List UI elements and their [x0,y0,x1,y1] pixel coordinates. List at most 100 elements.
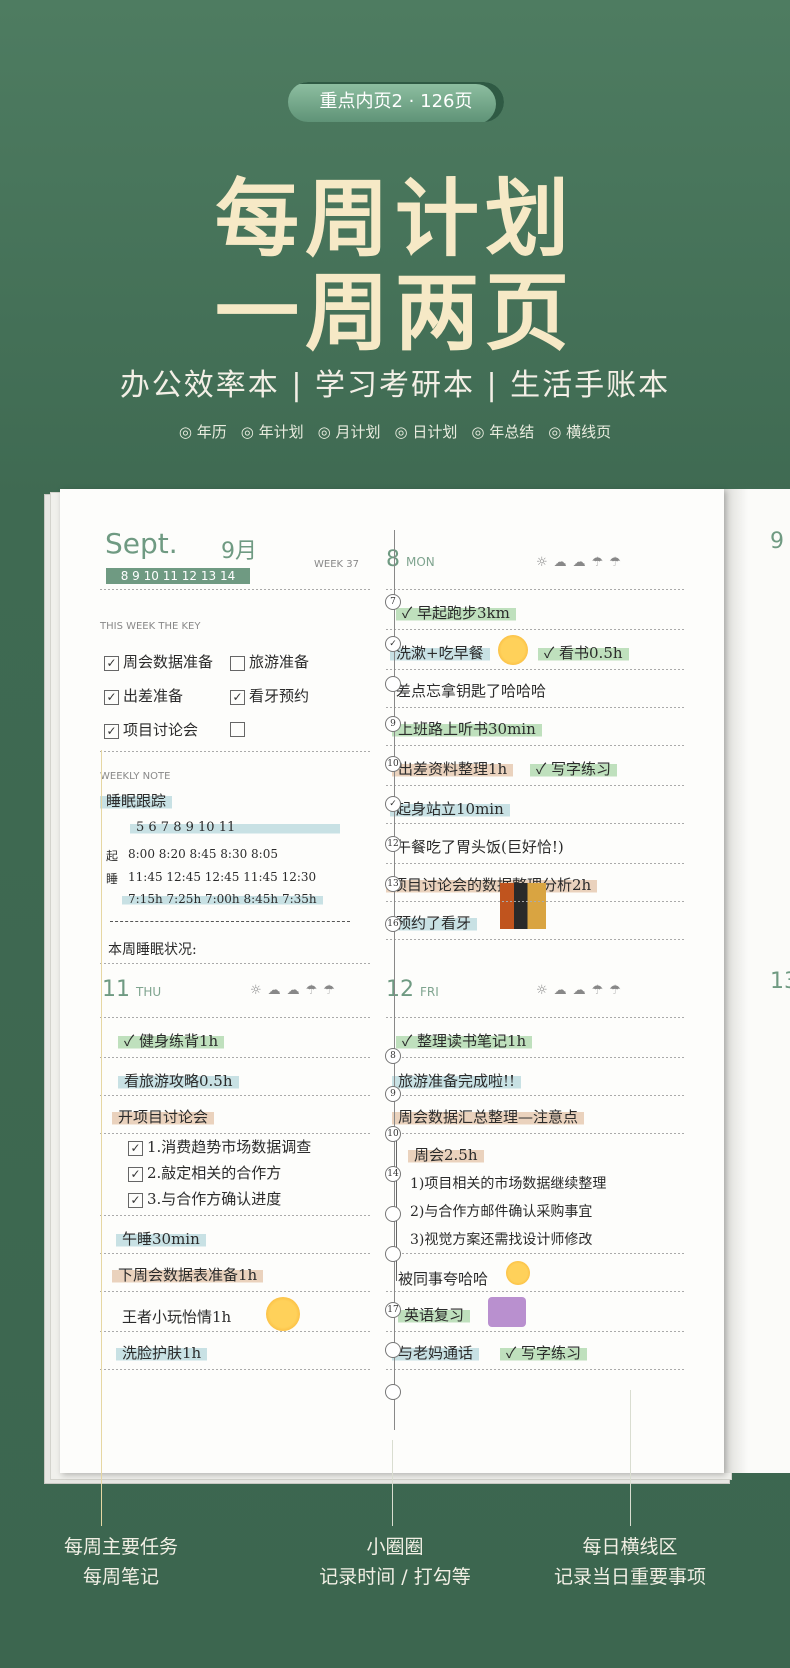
time-circle[interactable]: 16 [385,916,401,932]
task-thu: 开项目讨论会 [112,1105,215,1128]
task-mon: ✓ 看书0.5h [538,641,629,664]
task-fri: 2)与合作方邮件确认采购事宜 [410,1204,593,1220]
divider [110,921,350,922]
task-mon: 出差资料整理1h [392,757,514,780]
time-circle[interactable] [385,1342,401,1358]
sleep-times: 11:45 12:45 12:45 11:45 12:30 [128,870,317,884]
month-en: Sept. [105,527,178,560]
wake-times: 8:00 8:20 8:45 8:30 8:05 [128,847,278,861]
time-circle[interactable]: 13 [385,876,401,892]
time-circle[interactable]: ✓ [385,636,401,652]
tag: ◎ 日计划 [394,423,458,441]
time-circle[interactable]: 8 [385,1048,401,1064]
task-thu: 下周会数据表准备1h [112,1263,264,1286]
note-heading: 睡眠跟踪 [100,789,173,812]
task-mon: 午餐吃了胃头饭(巨好恰!) [396,838,564,856]
weather-icons: ☼☁☁☂☂ [250,983,341,998]
time-circle[interactable]: 17 [385,1302,401,1318]
tag: ◎ 年总结 [471,423,535,441]
books-sticker [500,883,546,929]
task-thu: ✓ 1.消费趋势市场数据调查 [122,1135,317,1158]
sleep-status: 本周睡眠状况: [108,942,197,958]
egg-sticker [498,635,528,665]
next-day-number: 9 [770,529,784,554]
task-mon: 项目讨论会的数据整理分析2h [386,873,598,896]
key-item[interactable]: ✓ 出差准备 [104,685,183,706]
task-mon: 上班路上听书30min [392,717,542,740]
time-circle[interactable] [385,1206,401,1222]
sleep-label: 睡 [106,872,119,886]
tag: ◎ 年历 [178,423,227,441]
time-circle[interactable]: 9 [385,1086,401,1102]
time-circle[interactable]: 12 [385,836,401,852]
radio-sticker [488,1297,526,1327]
center-line [394,530,395,1430]
sun-sticker [506,1261,530,1285]
task-fri: 周会数据汇总整理—注意点 [392,1105,585,1128]
task-fri: 与老妈通话 [392,1341,480,1364]
callout-line [392,1440,393,1526]
caption-weekly: 每周主要任务 每周笔记 [63,1536,178,1588]
caption-circles: 小圈圈 记录时间 / 打勾等 [319,1536,471,1588]
headline-2: 一周两页 [214,264,575,362]
tag: ◎ 年计划 [240,423,304,441]
note-title: WEEKLY NOTE [100,771,171,782]
page-count-badge: 重点内页2 · 126页 [288,82,504,122]
week-dates: 8 9 10 11 12 13 14 [106,568,250,584]
month-cn: 9月 [221,539,257,564]
task-thu: 看旅游攻略0.5h [118,1069,239,1092]
sun-sticker [266,1297,300,1331]
time-circle[interactable]: 7 [385,594,401,610]
task-mon: 起身站立10min [390,797,510,820]
sleep-hours: 7:15h 7:25h 7:00h 8:45h 7:35h [122,891,323,907]
key-item[interactable] [230,719,249,737]
week-number: WEEK 37 [314,559,359,570]
task-mon: 差点忘拿钥匙了哈哈哈 [396,682,547,700]
task-fri: 周会2.5h [408,1143,484,1166]
wake-label: 起 [106,849,119,863]
task-thu: ✓ 健身练背1h [118,1029,225,1052]
task-mon: ✓ 早起跑步3km [396,601,516,624]
feature-tags: ◎ 年历 ◎ 年计划 ◎ 月计划 ◎ 日计划 ◎ 年总结 ◎ 横线页 [0,421,790,442]
key-title: THIS WEEK THE KEY [100,621,201,632]
task-fri: 被同事夸哈哈 [398,1270,489,1288]
task-fri: ✓ 整理读书笔记1h [396,1029,533,1052]
key-item[interactable]: ✓ 看牙预约 [230,685,309,706]
tag: ◎ 横线页 [548,423,612,441]
tag: ◎ 月计划 [317,423,381,441]
task-mon: 洗漱+吃早餐 [390,641,490,664]
task-thu: ✓ 2.敲定相关的合作方 [122,1161,287,1184]
task-mon: 预约了看牙 [390,911,478,934]
task-fri: 英语复习 [398,1303,471,1326]
time-circle[interactable]: 14 [385,1166,401,1182]
task-thu: 王者小玩怡情1h [122,1308,232,1326]
subtitle: 办公效率本 | 学习考研本 | 生活手账本 [119,368,671,403]
task-fri: 旅游准备完成啦!! [392,1069,522,1092]
time-circle[interactable]: 10 [385,756,401,772]
task-thu: 午睡30min [116,1227,206,1250]
day-thu: 11 THU [102,977,162,1002]
weather-icons: ☼☁☁☂☂ [536,983,627,998]
time-circle[interactable] [385,676,401,692]
task-thu: 洗脸护肤1h [116,1341,208,1364]
time-circle[interactable] [385,1246,401,1262]
time-circle[interactable]: ✓ [385,796,401,812]
weather-icons: ☼☁☁☂☂ [536,555,627,570]
key-item[interactable]: 旅游准备 [230,651,309,672]
time-circle[interactable]: 10 [385,1126,401,1142]
task-mon: ✓ 写字练习 [530,757,618,780]
time-circle[interactable]: 9 [385,716,401,732]
caption-daily: 每日横线区 记录当日重要事项 [553,1536,706,1588]
key-item[interactable]: ✓ 项目讨论会 [104,719,198,740]
task-fri: 1)项目相关的市场数据继续整理 [410,1176,607,1192]
next-page-edge: 9 13 [724,489,790,1473]
task-fri: ✓ 写字练习 [500,1341,588,1364]
key-item[interactable]: ✓ 周会数据准备 [104,651,213,672]
callout-line [630,1390,631,1526]
task-thu: ✓ 3.与合作方确认进度 [122,1187,287,1210]
callout-line [101,750,102,1526]
time-circle[interactable] [385,1384,401,1400]
task-fri: 3)视觉方案还需找设计师修改 [410,1232,593,1248]
sleep-days: 5 6 7 8 9 10 11 [130,819,340,836]
next-day-number: 13 [770,969,790,994]
